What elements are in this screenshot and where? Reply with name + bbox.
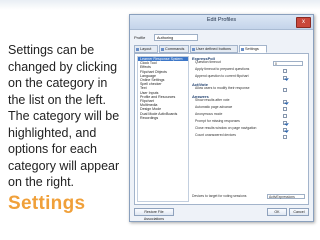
option-label: Question timeout [195, 60, 221, 64]
tab-label: Commands [165, 47, 185, 51]
profile-select[interactable]: Authoring [154, 34, 198, 41]
option-label: Anonymous mode [195, 112, 223, 116]
option-label: Automatic page advance [195, 105, 233, 109]
dialog-title: Edit Profiles [206, 17, 237, 23]
settings-icon [241, 47, 244, 51]
device-target-label: Devices to target for voting sessions [192, 194, 247, 198]
dialog-titlebar[interactable]: Edit Profiles x [130, 15, 313, 30]
device-target-row: Devices to target for voting sessions Ac… [192, 194, 307, 200]
apply-timeout-checkbox[interactable] [283, 68, 287, 73]
option-label: Apply timeout to prepared questions [195, 67, 250, 71]
tab-label: Settings [245, 47, 259, 51]
option-label: Close results window on page navigation [195, 126, 257, 130]
prompt-missing-checkbox[interactable] [283, 120, 287, 125]
commands-icon [161, 47, 164, 51]
close-button[interactable]: x [296, 17, 311, 28]
ok-button[interactable]: OK [267, 208, 287, 216]
layout-icon [136, 47, 139, 51]
tab-settings[interactable]: Settings [239, 45, 267, 53]
edit-profiles-dialog: Edit Profiles x Profile Authoring Layout… [129, 14, 314, 222]
option-label: Append question to current flipchart [195, 74, 249, 78]
buttons-icon [192, 47, 195, 51]
show-results-checkbox[interactable] [283, 99, 287, 104]
automatic-page-advance-checkbox[interactable] [283, 106, 287, 111]
slide-top-band [0, 0, 320, 10]
profile-row: Profile Authoring [134, 34, 309, 42]
option-label: Show results after vote [195, 98, 230, 102]
option-count-unanswered: Count unanswered devices [192, 133, 307, 141]
tab-user-defined-buttons[interactable]: User defined buttons [190, 45, 238, 53]
option-label: Count unanswered devices [195, 133, 236, 137]
option-label: Prompt for missing responses [195, 119, 240, 123]
settings-panel: Learner Response System Clock Tool Effec… [134, 53, 309, 205]
close-icon: x [302, 19, 305, 25]
options-pane: ExpressPoll Question timeout 0 Apply tim… [192, 56, 307, 202]
restore-file-associations-button[interactable]: Restore File Associations [134, 208, 174, 221]
dialog-footer: Restore File Associations OK Cancel [134, 208, 309, 221]
anonymous-mode-checkbox[interactable] [283, 113, 287, 118]
option-label: Allow users to modify their response [195, 86, 250, 90]
count-unanswered-checkbox[interactable] [283, 134, 287, 139]
tab-label: Layout [140, 47, 152, 51]
option-allow-modify: Allow users to modify their response [192, 86, 307, 94]
device-target-select[interactable]: ActivExpressions [267, 194, 305, 199]
slide-caption: Settings can be changed by clicking on t… [8, 43, 120, 189]
cancel-button[interactable]: Cancel [289, 208, 309, 216]
close-results-checkbox[interactable] [283, 127, 287, 132]
tab-label: User defined buttons [196, 47, 232, 51]
option-append-question: Append question to current flipchart [192, 74, 307, 82]
category-list[interactable]: Learner Response System Clock Tool Effec… [137, 56, 189, 202]
tab-commands[interactable]: Commands [159, 45, 189, 53]
allow-modify-checkbox[interactable] [283, 87, 287, 92]
profile-label: Profile [134, 35, 146, 40]
slide-title: Settings [8, 193, 86, 214]
category-item-recordings[interactable]: Recordings [138, 116, 188, 120]
append-question-checkbox[interactable] [283, 75, 287, 80]
tab-layout[interactable]: Layout [134, 45, 158, 53]
question-timeout-field[interactable]: 0 [273, 61, 303, 66]
